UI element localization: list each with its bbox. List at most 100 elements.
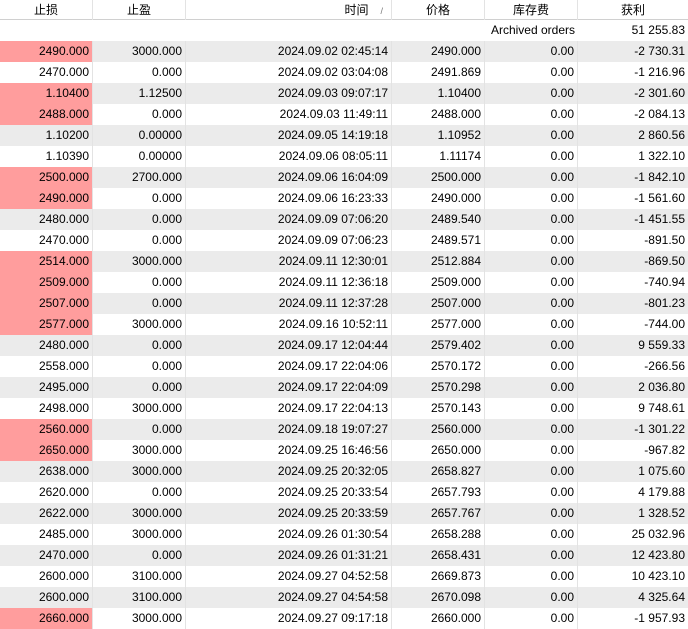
table-row[interactable]: 2480.000 0.000 2024.09.09 07:06:20 2489.540… xyxy=(0,209,688,230)
header-swap[interactable]: 库存费 xyxy=(485,0,578,20)
stop-loss-cell: 2490.000 xyxy=(0,41,93,62)
summary-label: Archived orders xyxy=(490,23,575,37)
swap-cell: 0.00 xyxy=(485,356,578,377)
profit-cell: 2 860.56 xyxy=(638,128,685,142)
price-cell: 2489.571 xyxy=(392,230,485,251)
profit-cell: -869.50 xyxy=(644,254,685,268)
table-row[interactable]: 2514.000 3000.000 2024.09.11 12:30:01 2512.… xyxy=(0,251,688,272)
header-take-profit[interactable]: 止盈 xyxy=(93,0,186,20)
header-price[interactable]: 价格 xyxy=(392,0,485,20)
table-row[interactable]: 2577.000 3000.000 2024.09.16 10:52:11 2577.… xyxy=(0,314,688,335)
table-row[interactable]: 2470.000 0.000 2024.09.02 03:04:08 2491.869… xyxy=(0,62,688,83)
stop-loss-cell: 2490.000 xyxy=(0,188,93,209)
profit-cell: 25 032.96 xyxy=(631,527,685,541)
table-row[interactable]: 2650.000 3000.000 2024.09.25 16:46:56 2650.… xyxy=(0,440,688,461)
header-label: 库存费 xyxy=(512,3,549,17)
table-row[interactable]: 2638.000 3000.000 2024.09.25 20:32:05 2658.… xyxy=(0,461,688,482)
take-profit-cell: 3000.000 xyxy=(93,398,186,419)
table-row[interactable]: 2485.000 3000.000 2024.09.26 01:30:54 2658.… xyxy=(0,524,688,545)
price-cell: 2500.000 xyxy=(392,167,485,188)
swap-cell: 0.00 xyxy=(485,419,578,440)
take-profit-cell: 0.000 xyxy=(93,272,186,293)
table-row[interactable]: 2495.000 0.000 2024.09.17 22:04:09 2570.298… xyxy=(0,377,688,398)
time-cell: 2024.09.25 20:33:54 xyxy=(186,482,392,503)
profit-cell: -1 301.22 xyxy=(634,422,685,436)
table-row[interactable]: 2507.000 0.000 2024.09.11 12:37:28 2507.000… xyxy=(0,293,688,314)
time-cell: 2024.09.27 09:17:18 xyxy=(186,608,392,629)
table-row[interactable]: 2560.000 0.000 2024.09.18 19:07:27 2560.000… xyxy=(0,419,688,440)
summary-total: 51 255.83 xyxy=(631,23,685,37)
stop-loss-cell: 1.10390 xyxy=(0,146,93,167)
time-cell: 2024.09.25 16:46:56 xyxy=(186,440,392,461)
table-row[interactable]: 1.10200 0.00000 2024.09.05 14:19:18 1.10952… xyxy=(0,125,688,146)
stop-loss-cell: 2600.000 xyxy=(0,566,93,587)
header-label: 止盈 xyxy=(126,3,151,17)
swap-cell: 0.00 xyxy=(485,104,578,125)
swap-cell: 0.00 xyxy=(485,62,578,83)
swap-cell: 0.00 xyxy=(485,545,578,566)
stop-loss-cell: 2500.000 xyxy=(0,167,93,188)
profit-cell: 9 748.61 xyxy=(638,401,685,415)
swap-cell: 0.00 xyxy=(485,83,578,104)
profit-cell: -744.00 xyxy=(644,317,685,331)
table-row[interactable]: 2498.000 3000.000 2024.09.17 22:04:13 2570.… xyxy=(0,398,688,419)
table-row[interactable]: 2620.000 0.000 2024.09.25 20:33:54 2657.793… xyxy=(0,482,688,503)
price-cell: 2489.540 xyxy=(392,209,485,230)
table-row[interactable]: 2660.000 3000.000 2024.09.27 09:17:18 2660.… xyxy=(0,608,688,629)
table-row[interactable]: 2490.000 3000.000 2024.09.02 02:45:14 2490.… xyxy=(0,41,688,62)
time-cell: 2024.09.17 12:04:44 xyxy=(186,335,392,356)
table-row[interactable]: 2509.000 0.000 2024.09.11 12:36:18 2509.000… xyxy=(0,272,688,293)
time-cell: 2024.09.16 10:52:11 xyxy=(186,314,392,335)
price-cell: 2488.000 xyxy=(392,104,485,125)
header-label: 时间 xyxy=(344,3,369,17)
stop-loss-cell: 1.10400 xyxy=(0,83,93,104)
take-profit-cell: 3000.000 xyxy=(93,251,186,272)
price-cell: 2512.884 xyxy=(392,251,485,272)
table-row[interactable]: 2622.000 3000.000 2024.09.25 20:33:59 2657.… xyxy=(0,503,688,524)
table-row[interactable]: 2558.000 0.000 2024.09.17 22:04:06 2570.172… xyxy=(0,356,688,377)
header-stop-loss[interactable]: 止损 xyxy=(0,0,93,20)
take-profit-cell: 0.000 xyxy=(93,482,186,503)
stop-loss-cell: 2650.000 xyxy=(0,440,93,461)
table-row[interactable]: 1.10390 0.00000 2024.09.06 08:05:11 1.11174… xyxy=(0,146,688,167)
time-cell: 2024.09.05 14:19:18 xyxy=(186,125,392,146)
table-row[interactable]: 2488.000 0.000 2024.09.03 11:49:11 2488.000… xyxy=(0,104,688,125)
stop-loss-cell: 2470.000 xyxy=(0,62,93,83)
take-profit-cell: 0.00000 xyxy=(93,146,186,167)
swap-cell: 0.00 xyxy=(485,41,578,62)
stop-loss-cell: 2558.000 xyxy=(0,356,93,377)
stop-loss-cell: 2620.000 xyxy=(0,482,93,503)
stop-loss-cell: 2514.000 xyxy=(0,251,93,272)
header-time[interactable]: 时间 / xyxy=(186,0,392,20)
profit-cell: -967.82 xyxy=(644,443,685,457)
summary-row: Archived orders 51 255.83 xyxy=(0,20,688,41)
time-cell: 2024.09.17 22:04:09 xyxy=(186,377,392,398)
swap-cell: 0.00 xyxy=(485,125,578,146)
take-profit-cell: 3000.000 xyxy=(93,608,186,629)
price-cell: 1.10400 xyxy=(392,83,485,104)
price-cell: 2570.143 xyxy=(392,398,485,419)
price-cell: 2577.000 xyxy=(392,314,485,335)
swap-cell: 0.00 xyxy=(485,587,578,608)
table-row[interactable]: 2470.000 0.000 2024.09.26 01:31:21 2658.431… xyxy=(0,545,688,566)
profit-cell: 9 559.33 xyxy=(638,338,685,352)
profit-cell: -1 561.60 xyxy=(634,191,685,205)
time-cell: 2024.09.03 11:49:11 xyxy=(186,104,392,125)
table-row[interactable]: 2480.000 0.000 2024.09.17 12:04:44 2579.402… xyxy=(0,335,688,356)
price-cell: 2670.098 xyxy=(392,587,485,608)
table-row[interactable]: 1.10400 1.12500 2024.09.03 09:07:17 1.10400… xyxy=(0,83,688,104)
take-profit-cell: 3100.000 xyxy=(93,587,186,608)
profit-cell: 10 423.10 xyxy=(631,569,685,583)
table-row[interactable]: 2600.000 3100.000 2024.09.27 04:52:58 2669.… xyxy=(0,566,688,587)
swap-cell: 0.00 xyxy=(485,314,578,335)
table-row[interactable]: 2500.000 2700.000 2024.09.06 16:04:09 2500.… xyxy=(0,167,688,188)
price-cell: 2507.000 xyxy=(392,293,485,314)
swap-cell: 0.00 xyxy=(485,188,578,209)
table-row[interactable]: 2600.000 3100.000 2024.09.27 04:54:58 2670.… xyxy=(0,587,688,608)
price-cell: 2658.827 xyxy=(392,461,485,482)
table-row[interactable]: 2490.000 0.000 2024.09.06 16:23:33 2490.000… xyxy=(0,188,688,209)
take-profit-cell: 3000.000 xyxy=(93,41,186,62)
header-profit[interactable]: 获利 xyxy=(578,0,688,20)
take-profit-cell: 3000.000 xyxy=(93,503,186,524)
table-row[interactable]: 2470.000 0.000 2024.09.09 07:06:23 2489.571… xyxy=(0,230,688,251)
